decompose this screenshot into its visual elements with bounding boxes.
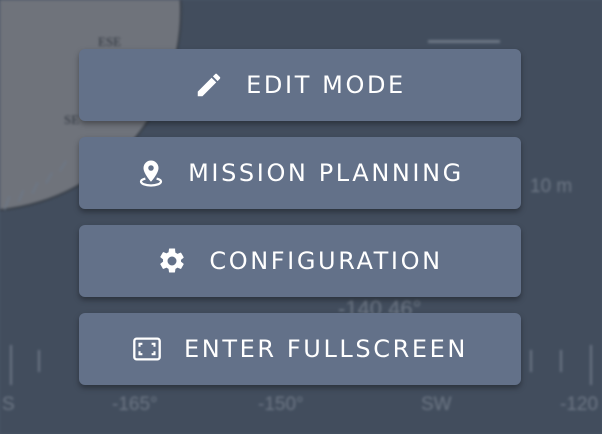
gear-icon [157, 246, 187, 276]
configuration-button[interactable]: CONFIGURATION [79, 225, 521, 297]
edit-mode-label: EDIT MODE [246, 71, 406, 99]
mission-planning-label: MISSION PLANNING [188, 159, 464, 187]
configuration-label: CONFIGURATION [209, 247, 443, 275]
edit-mode-button[interactable]: EDIT MODE [79, 49, 521, 121]
fullscreen-icon [132, 334, 162, 364]
pencil-icon [194, 70, 224, 100]
enter-fullscreen-label: ENTER FULLSCREEN [184, 335, 468, 363]
enter-fullscreen-button[interactable]: ENTER FULLSCREEN [79, 313, 521, 385]
main-menu: EDIT MODE MISSION PLANNING CONFIGURATION… [79, 49, 521, 401]
map-pin-icon [136, 158, 166, 188]
mission-planning-button[interactable]: MISSION PLANNING [79, 137, 521, 209]
